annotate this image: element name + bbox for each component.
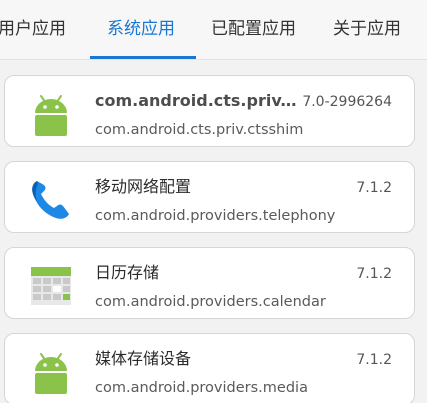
app-title: com.android.cts.priv.ctsshim xyxy=(95,91,300,110)
app-card[interactable]: com.android.cts.priv.ctsshim 7.0-2996264… xyxy=(4,75,415,147)
app-package-name: com.android.providers.calendar xyxy=(95,294,326,310)
tab-user-apps[interactable]: 用户应用 xyxy=(0,17,66,41)
android-robot-icon xyxy=(25,345,77,397)
app-version: 7.1.2 xyxy=(356,180,392,196)
app-title: 日历存储 xyxy=(95,263,160,282)
app-version: 7.1.2 xyxy=(356,352,392,368)
app-screen: 用户应用 系统应用 已配置应用 关于应用 com.android.cts.pri… xyxy=(0,0,427,403)
app-package-name: com.android.cts.priv.ctsshim xyxy=(95,122,304,138)
android-robot-icon xyxy=(25,87,77,139)
app-version: 7.0-2996264 xyxy=(302,94,392,110)
tab-about-apps[interactable]: 关于应用 xyxy=(333,17,401,41)
calendar-icon xyxy=(25,259,77,311)
app-title: 媒体存储设备 xyxy=(95,349,192,368)
app-card[interactable]: 媒体存储设备 7.1.2 com.android.providers.media xyxy=(4,333,415,403)
app-version: 7.1.2 xyxy=(356,266,392,282)
tab-configured-apps[interactable]: 已配置应用 xyxy=(211,17,296,41)
app-card[interactable]: 移动网络配置 7.1.2 com.android.providers.telep… xyxy=(4,161,415,233)
app-card[interactable]: 日历存储 7.1.2 com.android.providers.calenda… xyxy=(4,247,415,319)
tab-bar: 用户应用 系统应用 已配置应用 关于应用 xyxy=(0,0,427,60)
app-package-name: com.android.providers.media xyxy=(95,380,308,396)
phone-handset-icon xyxy=(25,173,77,225)
tab-bar-divider xyxy=(0,59,427,60)
tab-system-apps[interactable]: 系统应用 xyxy=(107,17,175,41)
app-title: 移动网络配置 xyxy=(95,177,192,196)
app-package-name: com.android.providers.telephony xyxy=(95,208,336,224)
